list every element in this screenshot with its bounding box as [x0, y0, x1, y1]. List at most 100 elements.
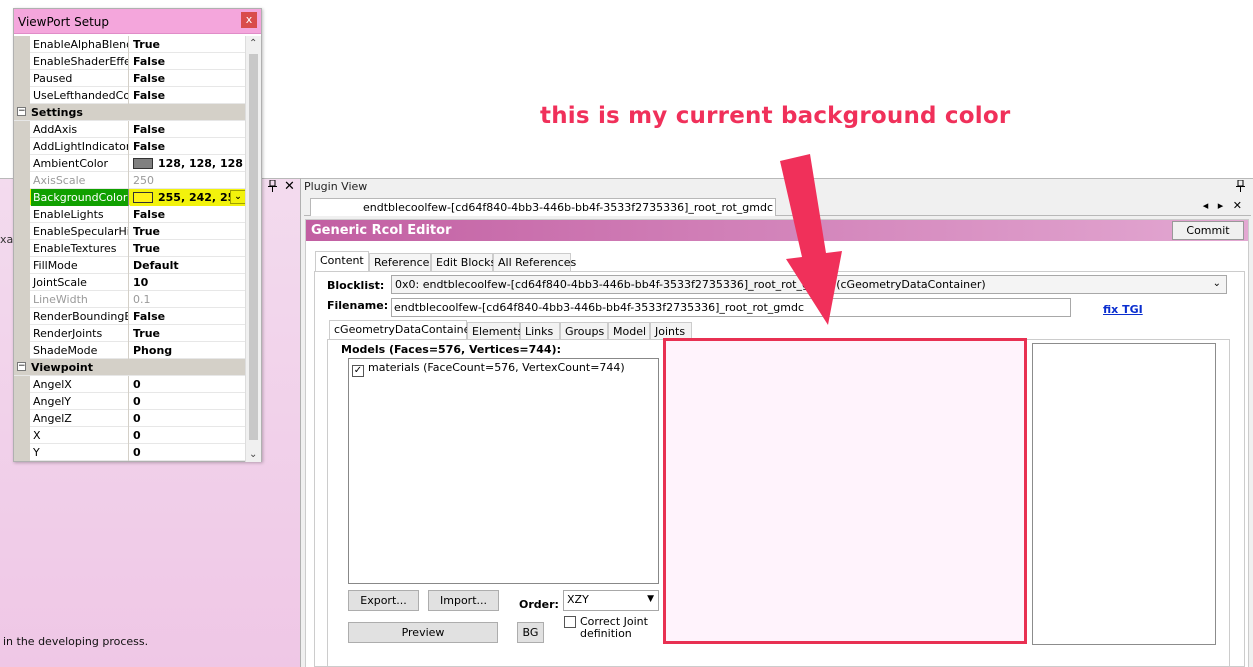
property-value-cell[interactable]: False	[130, 308, 246, 325]
property-value-cell[interactable]: 128, 128, 128	[130, 155, 246, 172]
property-row-enableshadereffec[interactable]: EnableShaderEffec False	[14, 53, 246, 70]
property-value-cell[interactable]: False	[130, 206, 246, 223]
property-value-cell[interactable]: False	[130, 138, 246, 155]
property-row-backgroundcolor[interactable]: BackgroundColor 255, 242, 25 ⌄	[14, 189, 246, 206]
property-row-axisscale[interactable]: AxisScale 250	[14, 172, 246, 189]
tab-all-references[interactable]: All References	[493, 253, 576, 271]
property-row-enabletextures[interactable]: EnableTextures True	[14, 240, 246, 257]
property-value-cell[interactable]: 0.1	[130, 291, 246, 308]
tab-model[interactable]: Model	[608, 322, 650, 339]
tab-links[interactable]: Links	[520, 322, 560, 339]
property-name: UseLefthandedCoc	[33, 87, 129, 104]
property-value-cell[interactable]: False	[130, 70, 246, 87]
property-row-ambientcolor[interactable]: AmbientColor 128, 128, 128	[14, 155, 246, 172]
plugin-view-panel: Plugin View endtblecoolfew-[cd64f840-4bb…	[300, 178, 1253, 667]
filename-input[interactable]: endtblecoolfew-[cd64f840-4bb3-446b-bb4f-…	[391, 298, 1071, 317]
close-icon[interactable]: ✕	[284, 179, 295, 194]
property-row-linewidth[interactable]: LineWidth 0.1	[14, 291, 246, 308]
pin-icon[interactable]	[1236, 179, 1245, 195]
property-row-angelx[interactable]: AngelX 0	[14, 376, 246, 393]
property-value-cell[interactable]: 0	[130, 410, 246, 427]
property-row-fillmode[interactable]: FillMode Default	[14, 257, 246, 274]
property-value-cell[interactable]: True	[130, 325, 246, 342]
property-value: False	[133, 89, 166, 102]
property-value-cell[interactable]: 10	[130, 274, 246, 291]
checkbox-checked-icon[interactable]: ✓	[352, 365, 364, 377]
property-row-renderboundingbc[interactable]: RenderBoundingBc False	[14, 308, 246, 325]
blocklist-select[interactable]: 0x0: endtblecoolfew-[cd64f840-4bb3-446b-…	[391, 275, 1227, 294]
property-value-cell[interactable]: Phong	[130, 342, 246, 359]
property-value: False	[133, 310, 166, 323]
collapse-icon[interactable]: −	[17, 362, 26, 371]
property-value: 250	[133, 174, 154, 187]
commit-button[interactable]: Commit	[1172, 221, 1244, 240]
viewport-title-bar[interactable]: ViewPort Setup x	[14, 9, 261, 34]
list-item[interactable]: ✓ materials (FaceCount=576, VertexCount=7…	[352, 361, 625, 377]
row-gutter	[14, 223, 30, 240]
export-button[interactable]: Export...	[348, 590, 419, 611]
property-value-cell[interactable]: 250	[130, 172, 246, 189]
tab-cgeometrydatacontainer[interactable]: cGeometryDataContainer	[329, 320, 475, 339]
document-tab[interactable]: endtblecoolfew-[cd64f840-4bb3-446b-bb4f-…	[310, 198, 776, 216]
property-value-cell[interactable]: True	[130, 240, 246, 257]
property-value-cell[interactable]: 0	[130, 427, 246, 444]
chevron-down-icon[interactable]: ⌄	[230, 190, 246, 204]
property-row-paused[interactable]: Paused False	[14, 70, 246, 87]
property-row-y[interactable]: Y0	[14, 444, 246, 461]
model-item-label: materials (FaceCount=576, VertexCount=74…	[368, 361, 625, 374]
preview-viewport[interactable]	[663, 338, 1027, 644]
property-value-cell[interactable]: False	[130, 121, 246, 138]
scrollbar-thumb[interactable]	[249, 54, 258, 440]
preview-button[interactable]: Preview	[348, 622, 498, 643]
tab-groups[interactable]: Groups	[560, 322, 608, 339]
property-row-renderjoints[interactable]: RenderJoints True	[14, 325, 246, 342]
property-value-cell[interactable]: 0	[130, 376, 246, 393]
pin-icon[interactable]	[268, 179, 277, 195]
property-value-cell[interactable]: True	[130, 223, 246, 240]
property-value-cell[interactable]: 255, 242, 25 ⌄	[130, 189, 246, 206]
tab-joints[interactable]: Joints	[650, 322, 692, 339]
property-row-enablelights[interactable]: EnableLights False	[14, 206, 246, 223]
collapse-icon[interactable]: −	[17, 107, 26, 116]
property-value: True	[133, 327, 161, 340]
close-icon[interactable]: x	[241, 12, 257, 28]
property-row-addlightindicators[interactable]: AddLightIndicators False	[14, 138, 246, 155]
tab-navigation-icons[interactable]: ◂ ▸ ✕	[1203, 199, 1245, 212]
import-button[interactable]: Import...	[428, 590, 499, 611]
property-row-angelz[interactable]: AngelZ 0	[14, 410, 246, 427]
property-section-viewpoint[interactable]: − Viewpoint	[14, 359, 246, 376]
tab-reference[interactable]: Reference	[369, 253, 431, 271]
property-section-settings[interactable]: − Settings	[14, 104, 246, 121]
tab-content[interactable]: Content	[315, 251, 369, 271]
property-row-uselefthandedcoc[interactable]: UseLefthandedCoc False	[14, 87, 246, 104]
property-row-angely[interactable]: AngelY 0	[14, 393, 246, 410]
checkbox-icon[interactable]	[564, 616, 576, 628]
chevron-up-icon[interactable]: ⌃	[249, 38, 257, 49]
property-value-cell[interactable]: Default	[130, 257, 246, 274]
property-row-shademode[interactable]: ShadeMode Phong	[14, 342, 246, 359]
models-list[interactable]: ✓ materials (FaceCount=576, VertexCount=7…	[348, 358, 659, 584]
property-row-jointscale[interactable]: JointScale 10	[14, 274, 246, 291]
property-name: RenderBoundingBc	[33, 308, 129, 325]
property-row-enablespecularhig[interactable]: EnableSpecularHig True	[14, 223, 246, 240]
property-grid[interactable]: EnableAlphaBlendF True EnableShaderEffec Fa…	[14, 36, 246, 462]
tab-edit-blocks[interactable]: Edit Blocks	[431, 253, 496, 271]
correct-joint-checkbox[interactable]: Correct Joint definition	[564, 616, 648, 640]
property-value: 255, 242, 25	[158, 191, 236, 204]
property-value: 10	[133, 276, 149, 289]
property-row-x[interactable]: X0	[14, 427, 246, 444]
bg-button[interactable]: BG	[517, 622, 544, 643]
property-value-cell[interactable]: 0	[130, 393, 246, 410]
property-value-cell[interactable]: False	[130, 87, 246, 104]
chevron-down-icon[interactable]: ⌄	[249, 449, 257, 460]
property-row-addaxis[interactable]: AddAxis False	[14, 121, 246, 138]
fix-tgi-link[interactable]: fix TGI	[1103, 303, 1143, 316]
property-row-enablealphablendf[interactable]: EnableAlphaBlendF True	[14, 36, 246, 53]
tab-elements[interactable]: Elements	[467, 322, 523, 339]
property-name: EnableTextures	[31, 240, 129, 257]
order-select[interactable]: XZY ▼	[563, 590, 659, 611]
property-grid-scrollbar[interactable]: ⌃ ⌄	[245, 36, 261, 462]
property-value-cell[interactable]: True	[130, 36, 246, 53]
property-value-cell[interactable]: 0	[130, 444, 246, 461]
property-value-cell[interactable]: False	[130, 53, 246, 70]
